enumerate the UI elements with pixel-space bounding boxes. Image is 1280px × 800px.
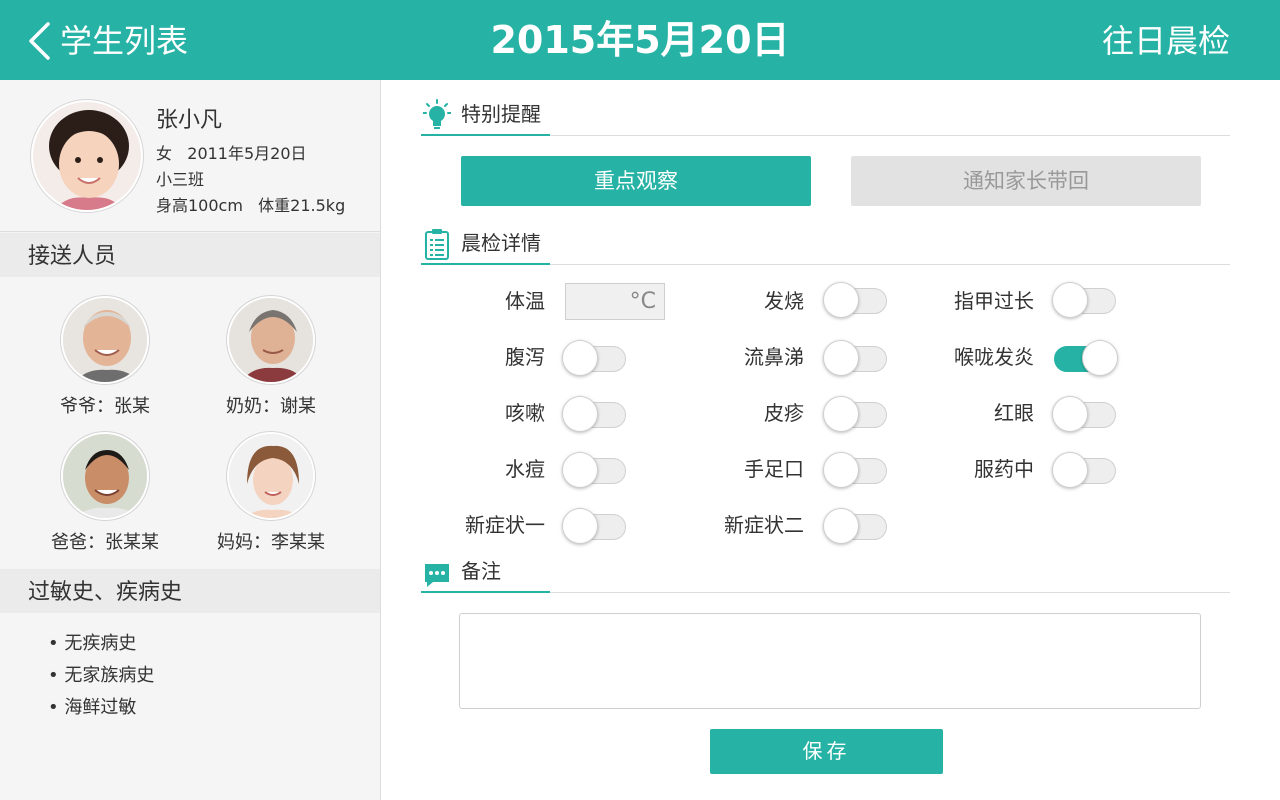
student-gender-birth: 女 2011年5月20日: [156, 144, 307, 163]
student-avatar: [31, 100, 143, 212]
guardian-label: 爸爸：张某某: [51, 532, 159, 553]
alerts-section-header: 特别提醒: [421, 80, 1230, 136]
notes-textarea[interactable]: [459, 613, 1201, 709]
section-underline: [421, 263, 550, 265]
history-item: 无疾病史: [48, 628, 154, 660]
check-panel: 特别提醒 重点观察 通知家长带回 晨检详情 体温 °C 发烧 指甲过长 腹泻 流…: [381, 80, 1280, 800]
guardian-label: 爷爷：张某: [60, 396, 150, 417]
guardian-card[interactable]: 爸爸：张某某: [30, 432, 180, 554]
student-info-panel: 张小凡 女 2011年5月20日 小三班 身高100cm 体重21.5kg 接送…: [0, 80, 381, 800]
guardian-card[interactable]: 妈妈：李某某: [196, 432, 346, 554]
page-title: 2015年5月20日: [490, 18, 790, 62]
rash-toggle[interactable]: [823, 395, 889, 433]
student-class: 小三班: [156, 170, 205, 189]
student-name: 张小凡: [156, 108, 223, 133]
check-item-label: 水痘: [505, 457, 545, 481]
save-button[interactable]: 保存: [710, 729, 943, 774]
check-item-label: 皮疹: [764, 401, 804, 425]
check-item-label: 流鼻涕: [744, 345, 804, 369]
pickup-section-title: 接送人员: [0, 233, 380, 277]
history-item: 无家族病史: [48, 660, 154, 692]
notes-section-header: 备注: [421, 537, 1230, 593]
check-item-label: 喉咙发炎: [954, 345, 1034, 369]
guardian-avatar: [61, 432, 149, 520]
temperature-label: 体温: [505, 289, 545, 313]
check-item-label: 手足口: [744, 457, 804, 481]
guardian-card[interactable]: 爷爷：张某: [30, 296, 180, 418]
check-item-label: 腹泻: [505, 345, 545, 369]
student-profile: 张小凡 女 2011年5月20日 小三班 身高100cm 体重21.5kg: [0, 80, 380, 232]
check-title: 晨检详情: [461, 231, 541, 255]
top-bar: 学生列表 2015年5月20日 往日晨检: [0, 0, 1280, 80]
chat-bubble-icon: [425, 564, 449, 587]
guardian-label: 奶奶：谢某: [226, 396, 316, 417]
check-item-label: 发烧: [764, 289, 804, 313]
guardian-avatar: [227, 432, 315, 520]
history-section-title: 过敏史、疾病史: [0, 569, 380, 613]
key-observation-button[interactable]: 重点观察: [461, 156, 811, 206]
history-item: 海鲜过敏: [48, 692, 154, 724]
check-item-label: 指甲过长: [954, 289, 1034, 313]
check-item-label: 咳嗽: [505, 401, 545, 425]
on-medication-toggle[interactable]: [1052, 451, 1118, 489]
section-underline: [421, 591, 550, 593]
runny-nose-toggle[interactable]: [823, 339, 889, 377]
section-underline: [421, 134, 550, 136]
guardian-label: 妈妈：李某某: [217, 532, 325, 553]
notify-parent-button[interactable]: 通知家长带回: [851, 156, 1201, 206]
diarrhea-toggle[interactable]: [562, 339, 628, 377]
hand-foot-mouth-toggle[interactable]: [823, 451, 889, 489]
cough-toggle[interactable]: [562, 395, 628, 433]
guardian-card[interactable]: 奶奶：谢某: [196, 296, 346, 418]
past-checks-button[interactable]: 往日晨检: [1102, 20, 1230, 62]
alerts-title: 特别提醒: [461, 102, 541, 126]
sore-throat-toggle[interactable]: [1052, 339, 1118, 377]
chickenpox-toggle[interactable]: [562, 451, 628, 489]
guardian-avatar: [61, 296, 149, 384]
history-list: 无疾病史 无家族病史 海鲜过敏: [48, 628, 154, 724]
check-item-label: 红眼: [994, 401, 1034, 425]
clipboard-icon: [425, 229, 449, 260]
guardian-avatar: [227, 296, 315, 384]
red-eye-toggle[interactable]: [1052, 395, 1118, 433]
long-nails-toggle[interactable]: [1052, 281, 1118, 319]
notes-title: 备注: [461, 559, 501, 583]
student-height-weight: 身高100cm 体重21.5kg: [156, 196, 346, 215]
lightbulb-icon: [423, 99, 451, 129]
fever-toggle[interactable]: [823, 281, 889, 319]
temperature-input[interactable]: °C: [565, 283, 665, 320]
check-section-header: 晨检详情: [421, 209, 1230, 265]
check-item-label: 服药中: [974, 457, 1034, 481]
